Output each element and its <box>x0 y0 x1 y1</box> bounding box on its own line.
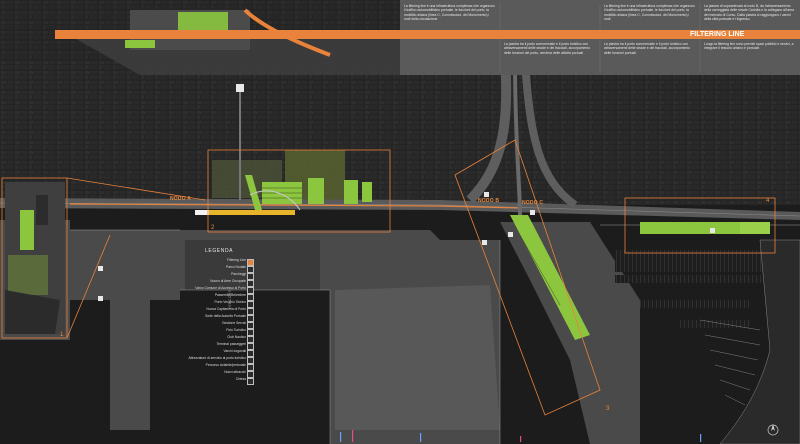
legend-item-label: Varchi doganali <box>223 349 246 353</box>
masterplan-map <box>0 0 800 444</box>
panel-text-col4: La piastra di sopraelevata al nodo B, da… <box>704 4 794 22</box>
legend-swatch-icon <box>247 377 254 385</box>
container-pier <box>335 285 500 430</box>
legend-item-label: Gestione Servizi <box>221 321 246 325</box>
city-fabric <box>0 60 800 205</box>
legend-item-label: Polo Turistico <box>226 328 246 332</box>
banner-title: FILTERING LINE <box>690 30 745 38</box>
legend-item-label: Parco Nodale <box>226 265 246 269</box>
filtering-line-banner <box>55 30 800 39</box>
legend-item-label: Nuova Capitaneria di Porto <box>206 307 246 311</box>
area-number-4: 4 <box>766 198 770 204</box>
legend-item-label: Terminal passeggeri <box>216 342 246 346</box>
legend-item-label: Parcheggi <box>231 272 246 276</box>
yellow-strip <box>195 210 295 215</box>
legend-item: Chiesa <box>190 377 256 385</box>
panel-text-col4b: Lungo la filtering line sono previsti sp… <box>704 42 794 51</box>
area-number-1: 1 <box>60 332 64 338</box>
legend-item-label: Club Nautico <box>227 335 246 339</box>
panel-text-col3: La filtering line è una infrastruttura c… <box>604 4 695 22</box>
road-label-nodo-c: NODO C <box>522 200 544 206</box>
legend-item-label: Sede della Autorità Portuale <box>205 314 246 318</box>
legend-item-label: Chiesa <box>235 377 246 381</box>
road-label-nodo-a: NODO A <box>170 196 192 202</box>
legend-list: Filtering Line Parco Nodale Parcheggi Nuovo… <box>188 258 256 388</box>
legend-item-label: Nuovo di Aree Occupate <box>210 279 246 283</box>
panel-text-col2: La piastra tra il porto commerciale e il… <box>504 42 591 55</box>
legend-item-label: Varco Comune di Accesso al Porto <box>195 286 246 290</box>
legend-item-label: Percorso ciclabile/pedonale <box>205 363 246 367</box>
legend-title: LEGENDA <box>205 248 234 254</box>
legend-item-label: Attrezzature di servizio al porto turist… <box>188 356 246 360</box>
legend-vertical-label: PERCORSI <box>228 288 232 310</box>
panel-text-col3b: La piastra tra il porto commerciale e il… <box>604 42 691 55</box>
legend-item-label: Nuovi attracchi <box>224 370 246 374</box>
road-label-nodo-b: NODO B <box>478 198 500 204</box>
legend-item-label: Filtering Line <box>227 258 246 262</box>
masterplan-board: FILTERING LINE La filtering line è una i… <box>0 0 800 444</box>
area-number-2: 2 <box>211 225 215 231</box>
panel-text-col1: La filtering line è una infrastruttura c… <box>404 4 495 22</box>
area-number-3: 3 <box>606 406 610 412</box>
